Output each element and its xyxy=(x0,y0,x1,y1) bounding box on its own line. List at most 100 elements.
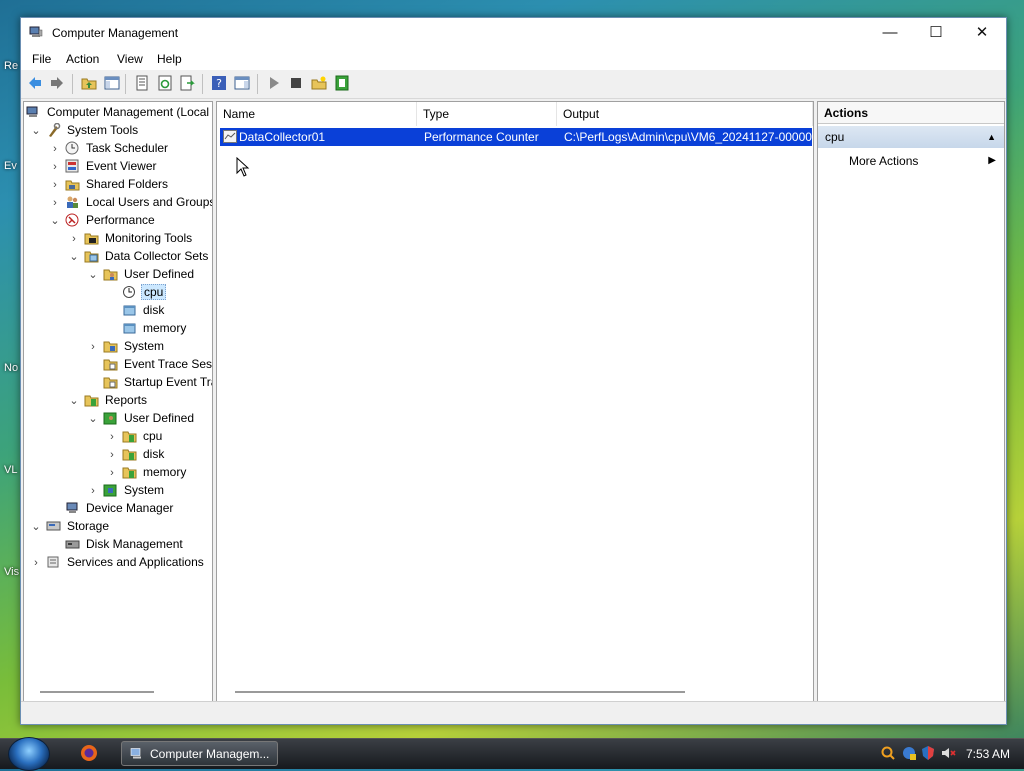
tree-item-root[interactable]: Computer Management (Local xyxy=(26,103,211,121)
tree-item-rep-user-defined[interactable]: ⌄ User Defined xyxy=(87,409,196,427)
desktop-icon-label[interactable]: Ev xyxy=(4,160,17,172)
tree-item-dcs-user-defined[interactable]: ⌄ User Defined xyxy=(87,265,196,283)
reports-icon xyxy=(84,395,99,407)
network-icon[interactable] xyxy=(901,745,917,761)
desktop-icon-label[interactable]: No xyxy=(4,362,18,374)
new-folder-icon[interactable] xyxy=(311,75,327,91)
tree-item-startup-trace[interactable]: Startup Event Tra xyxy=(99,373,212,391)
tree-label: Shared Folders xyxy=(86,177,169,191)
latest-report-icon[interactable] xyxy=(334,75,350,91)
forward-arrow-icon[interactable] xyxy=(49,75,65,91)
tree-item-services-apps[interactable]: › Services and Applications xyxy=(30,553,206,571)
help-icon[interactable]: ? xyxy=(211,75,227,91)
console-tree[interactable]: Computer Management (Local ⌄ System Tools… xyxy=(23,101,213,702)
title-bar[interactable]: Computer Management — ☐ ✕ xyxy=(21,18,1006,48)
column-header-type[interactable]: Type xyxy=(417,102,557,126)
maximize-button[interactable]: ☐ xyxy=(913,18,959,48)
tree-item-device-manager[interactable]: Device Manager xyxy=(61,499,175,517)
list-horizontal-scrollbar[interactable] xyxy=(235,691,685,693)
back-arrow-icon[interactable] xyxy=(27,75,43,91)
tree-item-rep-system[interactable]: › System xyxy=(87,481,166,499)
chevron-down-icon[interactable]: ⌄ xyxy=(68,248,80,266)
clock[interactable]: 7:53 AM xyxy=(966,747,1010,761)
start-icon[interactable] xyxy=(266,75,282,91)
chevron-down-icon[interactable]: ⌄ xyxy=(68,392,80,410)
chevron-down-icon[interactable]: ⌄ xyxy=(49,212,61,230)
more-actions-item[interactable]: More Actions xyxy=(849,150,918,172)
chevron-down-icon[interactable]: ⌄ xyxy=(87,410,99,428)
actions-section-cpu[interactable]: cpu ▲ xyxy=(818,126,1004,148)
chevron-right-icon[interactable]: › xyxy=(87,482,99,500)
tree-item-rep-cpu[interactable]: › cpu xyxy=(106,427,164,445)
services-icon xyxy=(47,556,59,568)
results-list[interactable]: Name Type Output DataCollector01 Perform… xyxy=(216,101,814,702)
menu-view[interactable]: View xyxy=(117,52,143,66)
volume-muted-icon[interactable] xyxy=(940,745,956,761)
tree-item-dcs-cpu[interactable]: cpu xyxy=(106,283,167,301)
search-icon[interactable] xyxy=(880,745,896,761)
up-folder-icon[interactable] xyxy=(81,75,97,91)
more-actions-label: More Actions xyxy=(849,154,919,168)
menu-action[interactable]: Action xyxy=(66,52,99,66)
table-row[interactable]: DataCollector01 Performance Counter C:\P… xyxy=(220,128,812,146)
tree-item-dcs-system[interactable]: › System xyxy=(87,337,166,355)
tree-item-event-viewer[interactable]: › Event Viewer xyxy=(49,157,158,175)
chevron-right-icon[interactable]: › xyxy=(106,428,118,446)
close-button[interactable]: ✕ xyxy=(959,18,1005,48)
row-name: DataCollector01 xyxy=(239,130,326,144)
chevron-right-icon[interactable]: › xyxy=(49,176,61,194)
column-header-output[interactable]: Output xyxy=(557,102,813,126)
chevron-right-icon[interactable]: › xyxy=(106,446,118,464)
export-list-icon[interactable] xyxy=(179,75,195,91)
tree-item-performance[interactable]: ⌄ Performance xyxy=(49,211,157,229)
tree-horizontal-scrollbar[interactable] xyxy=(40,691,154,693)
tree-item-dcs-disk[interactable]: disk xyxy=(106,301,166,319)
chevron-right-icon[interactable]: › xyxy=(87,338,99,356)
refresh-icon[interactable] xyxy=(157,75,173,91)
tree-item-task-scheduler[interactable]: › Task Scheduler xyxy=(49,139,170,157)
chevron-right-icon[interactable]: › xyxy=(49,158,61,176)
taskbar-button-computer-management[interactable]: Computer Managem... xyxy=(121,741,278,766)
tree-item-system-tools[interactable]: ⌄ System Tools xyxy=(30,121,140,139)
chevron-down-icon[interactable]: ⌄ xyxy=(30,518,42,536)
start-button[interactable] xyxy=(8,737,50,771)
status-bar xyxy=(21,701,1006,724)
tree-item-shared-folders[interactable]: › Shared Folders xyxy=(49,175,170,193)
chevron-down-icon[interactable]: ⌄ xyxy=(87,266,99,284)
chevron-right-icon[interactable]: › xyxy=(49,194,61,212)
desktop-icon-label[interactable]: VL xyxy=(4,464,17,476)
tree-label: User Defined xyxy=(124,267,195,281)
counter-icon xyxy=(223,130,237,143)
properties-icon[interactable] xyxy=(134,75,150,91)
tree-item-rep-memory[interactable]: › memory xyxy=(106,463,188,481)
show-hide-tree-icon[interactable] xyxy=(104,75,120,91)
column-header-name[interactable]: Name xyxy=(217,102,417,126)
desktop-icon-label[interactable]: Re xyxy=(4,60,18,72)
chevron-right-icon[interactable]: › xyxy=(49,140,61,158)
chevron-right-icon[interactable]: › xyxy=(106,464,118,482)
tree-item-rep-disk[interactable]: › disk xyxy=(106,445,166,463)
chevron-right-icon[interactable]: › xyxy=(68,230,80,248)
minimize-button[interactable]: — xyxy=(867,18,913,48)
menu-help[interactable]: Help xyxy=(157,52,182,66)
tree-item-monitoring-tools[interactable]: › Monitoring Tools xyxy=(68,229,194,247)
tree-item-event-trace[interactable]: Event Trace Sess xyxy=(99,355,212,373)
tree-item-dcs-memory[interactable]: memory xyxy=(106,319,188,337)
stop-icon[interactable] xyxy=(288,75,304,91)
tree-item-storage[interactable]: ⌄ Storage xyxy=(30,517,111,535)
menu-file[interactable]: File xyxy=(32,52,51,66)
tree-item-disk-management[interactable]: Disk Management xyxy=(61,535,185,553)
tree-item-reports[interactable]: ⌄ Reports xyxy=(68,391,149,409)
chevron-down-icon[interactable]: ⌄ xyxy=(30,122,42,140)
tree-item-data-collector-sets[interactable]: ⌄ Data Collector Sets xyxy=(68,247,210,265)
submenu-arrow-icon[interactable]: ▶ xyxy=(988,150,996,172)
desktop-icon-label[interactable]: Vis xyxy=(4,566,19,578)
firefox-icon[interactable] xyxy=(80,744,98,762)
tree-item-local-users[interactable]: › Local Users and Groups xyxy=(49,193,212,212)
tree-label: Data Collector Sets xyxy=(105,249,209,263)
chevron-right-icon[interactable]: › xyxy=(30,554,42,572)
collapse-up-icon[interactable]: ▲ xyxy=(987,126,996,148)
performance-icon xyxy=(65,213,79,227)
security-shield-icon[interactable] xyxy=(920,745,936,761)
show-hide-action-pane-icon[interactable] xyxy=(234,75,250,91)
